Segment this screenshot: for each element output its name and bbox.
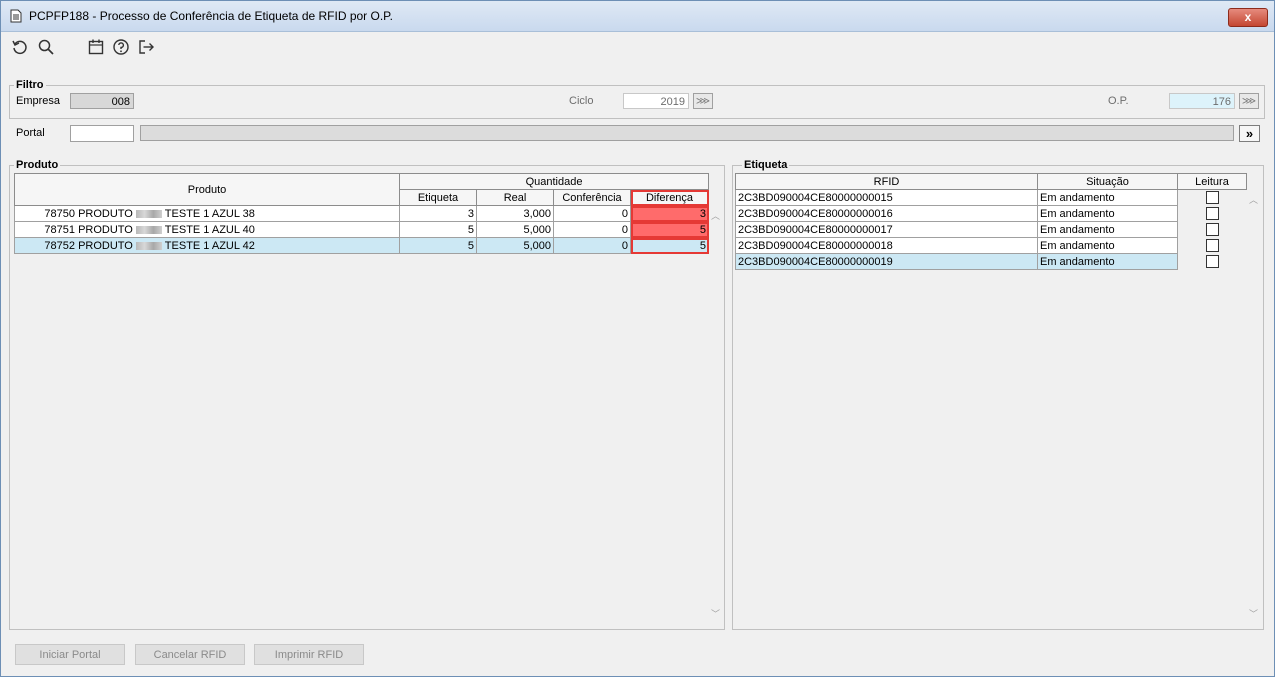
table-row[interactable]: 2C3BD090004CE80000000015 Em andamento	[735, 189, 1247, 206]
produto-cell: 78751 PRODUTO TESTE 1 AZUL 40	[14, 221, 400, 238]
table-row[interactable]: 78751 PRODUTO TESTE 1 AZUL 40 5 5,000 0 …	[14, 221, 710, 238]
table-row[interactable]: 2C3BD090004CE80000000019 Em andamento	[735, 253, 1247, 270]
produto-scroll-down-icon[interactable]: ﹀	[711, 607, 720, 620]
leitura-cell	[1178, 238, 1247, 254]
leitura-checkbox[interactable]	[1205, 255, 1219, 268]
portal-go-button[interactable]: »	[1239, 125, 1260, 142]
toolbar	[1, 32, 1274, 62]
op-lookup-button[interactable]: ⋙	[1239, 93, 1259, 109]
leitura-cell	[1178, 222, 1247, 238]
iniciar-portal-button[interactable]: Iniciar Portal	[15, 644, 125, 665]
title-bar: PCPFP188 - Processo de Conferência de Et…	[1, 1, 1274, 32]
table-row[interactable]: 2C3BD090004CE80000000016 Em andamento	[735, 205, 1247, 222]
portal-label: Portal	[16, 127, 45, 139]
col-header-rfid[interactable]: RFID	[735, 173, 1038, 190]
situacao-cell: Em andamento	[1037, 253, 1178, 270]
situacao-cell: Em andamento	[1037, 189, 1178, 206]
etiqueta-scroll-down-icon[interactable]: ﹀	[1249, 607, 1258, 620]
leitura-checkbox[interactable]	[1205, 223, 1219, 236]
produto-name-suffix: TESTE 1 AZUL 38	[164, 207, 255, 220]
produto-code: 78751	[44, 223, 75, 236]
ciclo-field[interactable]: 2019	[623, 93, 689, 109]
col-header-conferencia[interactable]: Conferência	[553, 189, 631, 206]
col-header-etiqueta[interactable]: Etiqueta	[399, 189, 477, 206]
leitura-cell	[1178, 206, 1247, 222]
table-row[interactable]: 2C3BD090004CE80000000018 Em andamento	[735, 237, 1247, 254]
refresh-icon[interactable]	[11, 38, 29, 56]
diferenca-cell: 5	[629, 221, 710, 238]
produto-name-prefix: PRODUTO	[78, 223, 133, 236]
redacted-text	[135, 241, 162, 250]
calendar-icon[interactable]	[87, 38, 105, 56]
produto-name-suffix: TESTE 1 AZUL 40	[164, 223, 255, 236]
col-header-produto[interactable]: Produto	[14, 173, 400, 206]
exit-icon[interactable]	[137, 38, 155, 56]
situacao-cell: Em andamento	[1037, 205, 1178, 222]
etiqueta-scroll-up-icon[interactable]: ︿	[1249, 193, 1258, 206]
ciclo-label: Ciclo	[569, 95, 594, 107]
ciclo-lookup-button[interactable]: ⋙	[693, 93, 713, 109]
redacted-text	[135, 209, 162, 218]
conferencia-cell: 0	[553, 237, 631, 254]
produto-scroll-up-icon[interactable]: ︿	[711, 209, 720, 222]
real-cell: 5,000	[476, 237, 554, 254]
situacao-cell: Em andamento	[1037, 221, 1178, 238]
table-row[interactable]: 78752 PRODUTO TESTE 1 AZUL 42 5 5,000 0 …	[14, 237, 710, 254]
leitura-cell	[1178, 254, 1247, 270]
search-icon[interactable]	[37, 38, 55, 56]
document-icon	[10, 9, 22, 23]
etiqueta-section-title: Etiqueta	[742, 159, 790, 171]
etiqueta-cell: 5	[399, 221, 477, 238]
produto-code: 78750	[44, 207, 75, 220]
rfid-cell: 2C3BD090004CE80000000018	[735, 237, 1038, 254]
conferencia-cell: 0	[553, 221, 631, 238]
situacao-cell: Em andamento	[1037, 237, 1178, 254]
table-row[interactable]: 78750 PRODUTO TESTE 1 AZUL 38 3 3,000 0 …	[14, 205, 710, 222]
produto-cell: 78752 PRODUTO TESTE 1 AZUL 42	[14, 237, 400, 254]
leitura-cell	[1178, 190, 1247, 206]
diferenca-cell: 5	[629, 237, 710, 254]
rfid-cell: 2C3BD090004CE80000000016	[735, 205, 1038, 222]
produto-name-prefix: PRODUTO	[78, 207, 133, 220]
op-field[interactable]: 176	[1169, 93, 1235, 109]
rfid-cell: 2C3BD090004CE80000000015	[735, 189, 1038, 206]
conferencia-cell: 0	[553, 205, 631, 222]
col-header-leitura[interactable]: Leitura	[1177, 173, 1247, 190]
col-header-diferenca[interactable]: Diferença	[629, 189, 710, 206]
produto-name-prefix: PRODUTO	[78, 239, 133, 252]
col-header-quantidade: Quantidade	[398, 173, 710, 190]
leitura-checkbox[interactable]	[1205, 239, 1219, 252]
table-row[interactable]: 2C3BD090004CE80000000017 Em andamento	[735, 221, 1247, 238]
produto-section-title: Produto	[14, 159, 61, 171]
empresa-field: 008	[70, 93, 134, 109]
leitura-checkbox[interactable]	[1205, 191, 1219, 205]
op-label: O.P.	[1108, 95, 1129, 107]
produto-cell: 78750 PRODUTO TESTE 1 AZUL 38	[14, 205, 400, 222]
close-button[interactable]: x	[1228, 8, 1268, 27]
filtro-section-title: Filtro	[14, 79, 46, 91]
produto-name-suffix: TESTE 1 AZUL 42	[164, 239, 255, 252]
rfid-cell: 2C3BD090004CE80000000017	[735, 221, 1038, 238]
redacted-text	[135, 225, 162, 234]
etiqueta-cell: 3	[399, 205, 477, 222]
etiqueta-table: RFID Situação Leitura 2C3BD090004CE80000…	[735, 173, 1247, 270]
col-header-situacao[interactable]: Situação	[1037, 173, 1178, 190]
etiqueta-cell: 5	[399, 237, 477, 254]
window-title: PCPFP188 - Processo de Conferência de Et…	[29, 9, 393, 23]
real-cell: 3,000	[476, 205, 554, 222]
imprimir-rfid-button[interactable]: Imprimir RFID	[254, 644, 364, 665]
empresa-label: Empresa	[16, 95, 61, 107]
portal-progress-bar	[140, 125, 1234, 141]
cancelar-rfid-button[interactable]: Cancelar RFID	[135, 644, 245, 665]
leitura-checkbox[interactable]	[1205, 207, 1219, 220]
produto-code: 78752	[44, 239, 75, 252]
portal-input[interactable]	[70, 125, 134, 142]
rfid-cell: 2C3BD090004CE80000000019	[735, 253, 1038, 270]
main-window: PCPFP188 - Processo de Conferência de Et…	[0, 0, 1275, 677]
diferenca-cell: 3	[629, 205, 710, 222]
real-cell: 5,000	[476, 221, 554, 238]
produto-table: Produto Quantidade Etiqueta Real Conferê…	[14, 173, 710, 254]
help-icon[interactable]	[112, 38, 130, 56]
col-header-real[interactable]: Real	[476, 189, 554, 206]
